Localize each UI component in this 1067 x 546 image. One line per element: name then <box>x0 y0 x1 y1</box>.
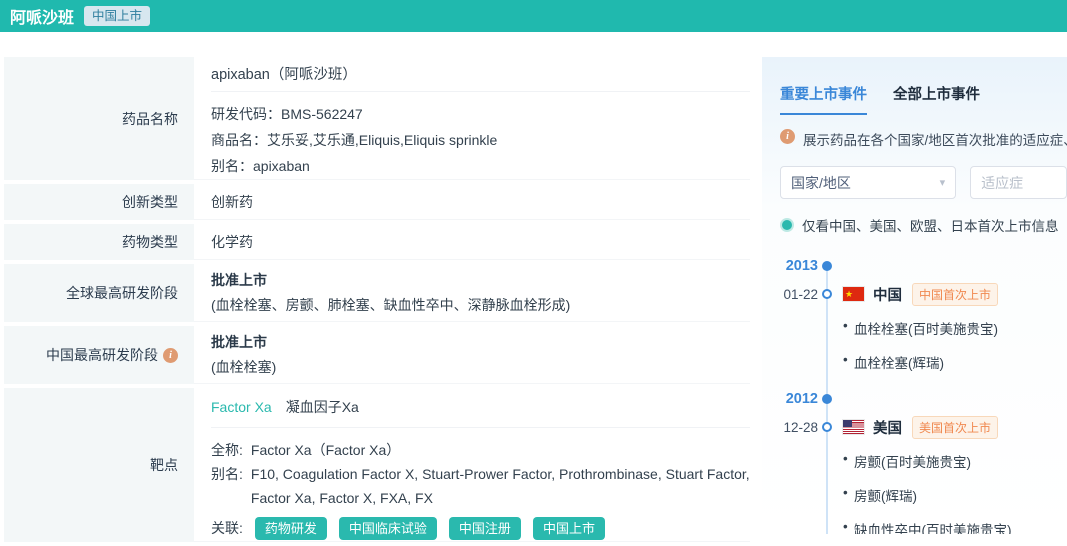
links-key: 关联: <box>211 516 243 540</box>
timeline-year: 2013 <box>780 258 818 274</box>
china-stage-label: 中国最高研发阶段 <box>46 345 158 365</box>
page-title: 阿哌沙班 <box>10 4 74 28</box>
tab-important-events[interactable]: 重要上市事件 <box>780 83 867 115</box>
row-value: 化学药 <box>194 224 750 260</box>
dev-code: 研发代码：BMS-562247 <box>211 101 750 127</box>
country-select[interactable]: 国家/地区 ▾ <box>780 166 956 199</box>
target-links-row: 关联: 药物研发 中国临床试验 中国注册 中国上市 <box>211 516 750 540</box>
events-note: i 展示药品在各个国家/地区首次批准的适应症、 <box>780 129 1067 149</box>
target-alias-row: 别名: F10, Coagulation Factor X, Stuart-Pr… <box>211 462 750 510</box>
timeline-indication-list: 血栓栓塞(百时美施贵宝) 血栓栓塞(辉瑞) <box>780 318 1067 372</box>
drug-primary-name: apixaban（阿哌沙班） <box>211 57 750 92</box>
us-flag-icon <box>843 420 864 434</box>
timeline-date: 01-22 <box>780 287 818 302</box>
link-china-listed-button[interactable]: 中国上市 <box>533 517 605 540</box>
row-value: Factor Xa 凝血因子Xa 全称: Factor Xa（Factor Xa… <box>194 388 750 542</box>
timeline-date-row: 12-28 美国 美国首次上市 <box>780 414 1067 440</box>
first-listing-badge: 美国首次上市 <box>912 416 998 439</box>
global-stage-detail: (血栓栓塞、房颤、肺栓塞、缺血性卒中、深静脉血栓形成) <box>211 295 750 315</box>
list-item: 房颤(辉瑞) <box>843 485 1067 505</box>
indication-select[interactable]: 适应症 <box>970 166 1067 199</box>
table-row-target: 靶点 Factor Xa 凝血因子Xa 全称: Factor Xa（Factor… <box>4 388 750 542</box>
table-row-innovation-type: 创新类型 创新药 <box>4 184 750 220</box>
timeline-year-row: 2012 <box>780 388 1067 410</box>
list-item: 房颤(百时美施贵宝) <box>843 451 1067 471</box>
list-item: 血栓栓塞(辉瑞) <box>843 352 1067 372</box>
fullname-key: 全称: <box>211 438 243 462</box>
timeline-date-row: 01-22 ★ 中国 中国首次上市 <box>780 281 1067 307</box>
events-tabs: 重要上市事件 全部上市事件 <box>780 83 1067 115</box>
target-name-link[interactable]: Factor Xa <box>211 399 272 415</box>
row-label: 中国最高研发阶段 i <box>4 326 194 384</box>
timeline-entry-china: 2013 01-22 ★ 中国 中国首次上市 血栓栓塞(百时美施贵宝) 血栓栓塞… <box>780 255 1067 372</box>
target-header: Factor Xa 凝血因子Xa <box>211 388 750 428</box>
china-flag-icon: ★ <box>843 287 864 301</box>
row-value: 批准上市 (血栓栓塞、房颤、肺栓塞、缺血性卒中、深静脉血栓形成) <box>194 264 750 322</box>
china-stage-detail: (血栓栓塞) <box>211 357 750 377</box>
radio-label: 仅看中国、美国、欧盟、日本首次上市信息 <box>802 215 1059 235</box>
link-china-registration-button[interactable]: 中国注册 <box>449 517 521 540</box>
events-filters: 国家/地区 ▾ 适应症 <box>780 166 1067 199</box>
target-details: 全称: Factor Xa（Factor Xa） 别名: F10, Coagul… <box>211 428 750 540</box>
timeline-date-dot <box>822 289 832 299</box>
timeline-date: 12-28 <box>780 420 818 435</box>
china-stage-value: 批准上市 <box>211 332 750 352</box>
list-item: 血栓栓塞(百时美施贵宝) <box>843 318 1067 338</box>
row-label: 全球最高研发阶段 <box>4 264 194 322</box>
table-row-drug-name: 药品名称 apixaban（阿哌沙班） 研发代码：BMS-562247 商品名：… <box>4 57 750 180</box>
target-name-cn: 凝血因子Xa <box>286 397 359 417</box>
market-events-panel: 重要上市事件 全部上市事件 i 展示药品在各个国家/地区首次批准的适应症、 国家… <box>762 57 1067 534</box>
timeline-year: 2012 <box>780 391 818 407</box>
target-fullname-row: 全称: Factor Xa（Factor Xa） <box>211 438 750 462</box>
timeline-year-dot <box>822 394 832 404</box>
timeline-indication-list: 房颤(百时美施贵宝) 房颤(辉瑞) 缺血性卒中(百时美施贵宝) 缺血性卒中(辉瑞… <box>780 451 1067 534</box>
link-china-trials-button[interactable]: 中国临床试验 <box>339 517 437 540</box>
global-stage-value: 批准上市 <box>211 270 750 290</box>
link-drug-rd-button[interactable]: 药物研发 <box>255 517 327 540</box>
row-label: 靶点 <box>4 388 194 542</box>
tab-all-events[interactable]: 全部上市事件 <box>893 83 980 115</box>
list-item: 缺血性卒中(百时美施贵宝) <box>843 519 1067 534</box>
drug-info-table: 药品名称 apixaban（阿哌沙班） 研发代码：BMS-562247 商品名：… <box>4 57 750 546</box>
chevron-down-icon: ▾ <box>940 176 946 189</box>
timeline-year-row: 2013 <box>780 255 1067 277</box>
indication-select-value: 适应症 <box>981 173 1023 193</box>
row-value: 创新药 <box>194 184 750 220</box>
status-badge: 中国上市 <box>84 6 150 26</box>
timeline-country: 中国 <box>873 284 902 305</box>
timeline-year-dot <box>822 261 832 271</box>
alias-key: 别名: <box>211 462 243 510</box>
events-timeline: 2013 01-22 ★ 中国 中国首次上市 血栓栓塞(百时美施贵宝) 血栓栓塞… <box>780 255 1067 534</box>
row-label: 药品名称 <box>4 57 194 180</box>
first-listing-filter: 仅看中国、美国、欧盟、日本首次上市信息 <box>780 215 1067 235</box>
table-row-global-stage: 全球最高研发阶段 批准上市 (血栓栓塞、房颤、肺栓塞、缺血性卒中、深静脉血栓形成… <box>4 264 750 322</box>
note-text: 展示药品在各个国家/地区首次批准的适应症、 <box>803 129 1067 149</box>
table-row-china-stage: 中国最高研发阶段 i 批准上市 (血栓栓塞) <box>4 326 750 384</box>
trade-name: 商品名：艾乐妥,艾乐通,Eliquis,Eliquis sprinkle <box>211 127 750 153</box>
note-info-icon: i <box>780 129 795 144</box>
timeline-entry-us: 2012 12-28 美国 美国首次上市 房颤(百时美施贵宝) 房颤(辉瑞) 缺… <box>780 388 1067 534</box>
alias: 别名：apixaban <box>211 153 750 179</box>
info-icon[interactable]: i <box>163 348 178 363</box>
row-label: 创新类型 <box>4 184 194 220</box>
row-value: 批准上市 (血栓栓塞) <box>194 326 750 384</box>
country-select-value: 国家/地区 <box>791 173 851 193</box>
table-row-drug-type: 药物类型 化学药 <box>4 224 750 260</box>
drug-name-details: 研发代码：BMS-562247 商品名：艾乐妥,艾乐通,Eliquis,Eliq… <box>211 92 750 179</box>
row-label: 药物类型 <box>4 224 194 260</box>
timeline-date-dot <box>822 422 832 432</box>
radio-selected-icon[interactable] <box>780 218 794 232</box>
timeline-country: 美国 <box>873 417 902 438</box>
page-header: 阿哌沙班 中国上市 <box>0 0 1067 32</box>
fullname-value: Factor Xa（Factor Xa） <box>251 438 400 462</box>
alias-value: F10, Coagulation Factor X, Stuart-Prower… <box>251 462 750 510</box>
row-value: apixaban（阿哌沙班） 研发代码：BMS-562247 商品名：艾乐妥,艾… <box>194 57 750 180</box>
first-listing-badge: 中国首次上市 <box>912 283 998 306</box>
